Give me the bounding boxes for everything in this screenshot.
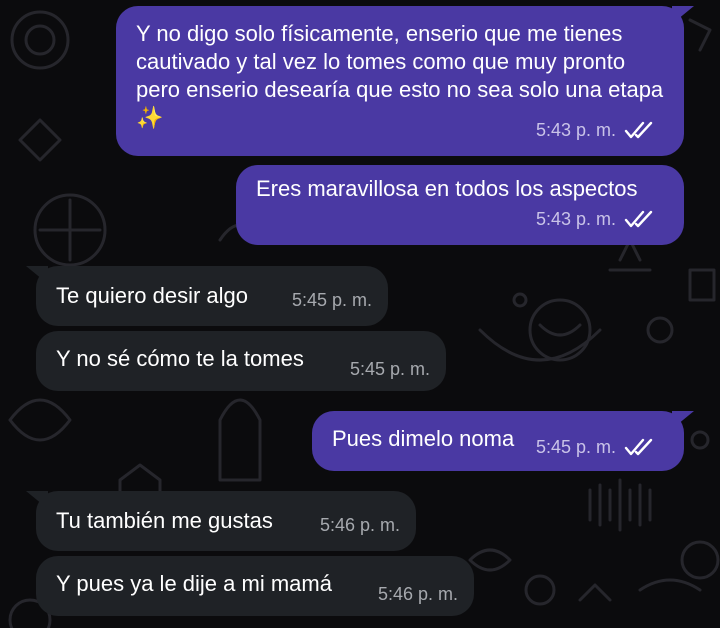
message-time: 5:43 p. m. xyxy=(535,120,616,140)
double-check-icon xyxy=(624,438,653,456)
message-meta: 5:45 p. m. xyxy=(350,355,430,383)
bubble-tail xyxy=(26,266,48,284)
message-time: 5:45 p. m. xyxy=(535,437,616,457)
message-time: 5:45 p. m. xyxy=(349,359,430,379)
message-time: 5:45 p. m. xyxy=(291,290,372,310)
message-time: 5:46 p. m. xyxy=(319,515,400,535)
message-bubble-outgoing[interactable]: Y no digo solo físicamente, enserio que … xyxy=(116,6,694,156)
message-meta: 5:45 p. m. xyxy=(292,286,372,314)
bubble-tail xyxy=(672,411,694,429)
message-meta: 5:46 p. m. xyxy=(320,511,400,539)
message-meta: 5:43 p. m. xyxy=(536,116,654,144)
message-meta: 5:45 p. m. xyxy=(536,433,654,461)
message-meta: 5:43 p. m. xyxy=(536,205,654,233)
double-check-icon xyxy=(624,210,653,228)
double-check-icon xyxy=(624,121,653,139)
message-meta: 5:46 p. m. xyxy=(378,580,458,608)
message-bubble-incoming[interactable]: Y pues ya le dije a mi mamá 5:46 p. m. xyxy=(36,556,474,616)
message-bubble-incoming[interactable]: Tu también me gustas 5:46 p. m. xyxy=(26,491,416,551)
message-time: 5:46 p. m. xyxy=(377,584,458,604)
bubble-tail xyxy=(672,6,694,24)
message-bubble-incoming[interactable]: Y no sé cómo te la tomes 5:45 p. m. xyxy=(36,331,446,391)
message-bubble-incoming[interactable]: Te quiero desir algo 5:45 p. m. xyxy=(26,266,388,326)
message-bubble-outgoing[interactable]: Pues dimelo noma 5:45 p. m. xyxy=(312,411,694,471)
bubble-tail xyxy=(26,491,48,509)
message-text: Eres maravillosa en todos los aspectos xyxy=(256,176,638,201)
message-time: 5:43 p. m. xyxy=(535,209,616,229)
message-bubble-outgoing[interactable]: Eres maravillosa en todos los aspectos 5… xyxy=(236,165,684,245)
